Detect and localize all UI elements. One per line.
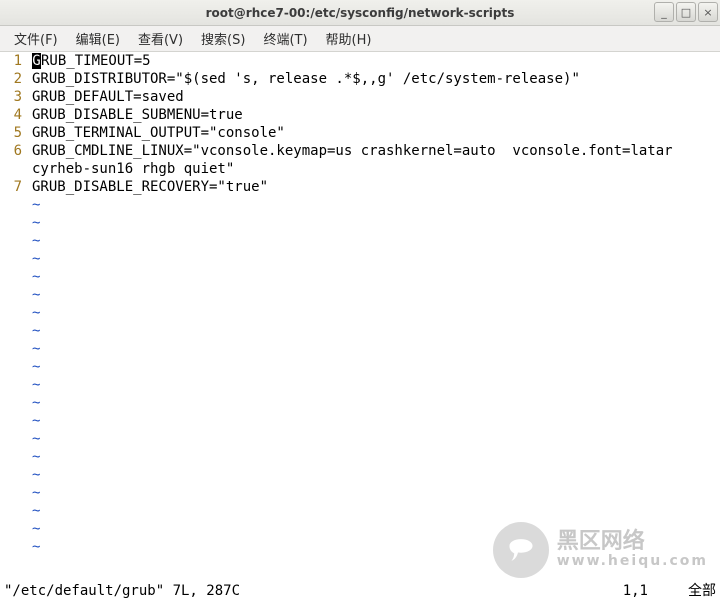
menu-help[interactable]: 帮助(H) bbox=[318, 26, 380, 51]
line-number: 5 bbox=[0, 124, 22, 142]
menu-terminal[interactable]: 终端(T) bbox=[255, 26, 315, 51]
empty-line-tilde: ~ bbox=[32, 484, 720, 502]
code-line[interactable]: GRUB_DEFAULT=saved bbox=[32, 88, 720, 106]
empty-line-tilde: ~ bbox=[32, 394, 720, 412]
close-button[interactable]: × bbox=[698, 2, 718, 22]
empty-line-tilde: ~ bbox=[32, 520, 720, 538]
titlebar: root@rhce7-00:/etc/sysconfig/network-scr… bbox=[0, 0, 720, 26]
empty-line-tilde: ~ bbox=[32, 412, 720, 430]
menu-view[interactable]: 查看(V) bbox=[130, 26, 191, 51]
empty-line-tilde: ~ bbox=[32, 322, 720, 340]
code-line[interactable]: GRUB_DISABLE_SUBMENU=true bbox=[32, 106, 720, 124]
line-number-gutter: 123456 7 bbox=[0, 52, 28, 556]
empty-line-tilde: ~ bbox=[32, 466, 720, 484]
menu-edit[interactable]: 编辑(E) bbox=[68, 26, 128, 51]
line-number: 2 bbox=[0, 70, 22, 88]
status-file-info: "/etc/default/grub" 7L, 287C bbox=[4, 582, 240, 600]
empty-line-tilde: ~ bbox=[32, 538, 720, 556]
line-number: 6 bbox=[0, 142, 22, 160]
empty-line-tilde: ~ bbox=[32, 430, 720, 448]
empty-line-tilde: ~ bbox=[32, 196, 720, 214]
vim-statusbar: "/etc/default/grub" 7L, 287C 1,1 全部 bbox=[0, 582, 720, 600]
code-area[interactable]: GRUB_TIMEOUT=5GRUB_DISTRIBUTOR="$(sed 's… bbox=[32, 52, 720, 556]
code-line[interactable]: GRUB_CMDLINE_LINUX="vconsole.keymap=us c… bbox=[32, 142, 720, 160]
code-line[interactable]: GRUB_TIMEOUT=5 bbox=[32, 52, 720, 70]
editor-viewport[interactable]: 123456 7 GRUB_TIMEOUT=5GRUB_DISTRIBUTOR="… bbox=[0, 52, 720, 582]
empty-line-tilde: ~ bbox=[32, 214, 720, 232]
cursor: G bbox=[32, 53, 41, 69]
window-title: root@rhce7-00:/etc/sysconfig/network-scr… bbox=[206, 6, 515, 20]
empty-line-tilde: ~ bbox=[32, 304, 720, 322]
empty-line-tilde: ~ bbox=[32, 376, 720, 394]
status-cursor-pos: 1,1 bbox=[623, 582, 648, 600]
status-scroll: 全部 bbox=[688, 582, 716, 600]
menu-file[interactable]: 文件(F) bbox=[6, 26, 66, 51]
maximize-button[interactable]: □ bbox=[676, 2, 696, 22]
code-line[interactable]: GRUB_DISABLE_RECOVERY="true" bbox=[32, 178, 720, 196]
empty-line-tilde: ~ bbox=[32, 448, 720, 466]
empty-line-tilde: ~ bbox=[32, 268, 720, 286]
empty-line-tilde: ~ bbox=[32, 502, 720, 520]
code-line[interactable]: cyrheb-sun16 rhgb quiet" bbox=[32, 160, 720, 178]
menu-search[interactable]: 搜索(S) bbox=[193, 26, 253, 51]
minimize-button[interactable]: _ bbox=[654, 2, 674, 22]
empty-line-tilde: ~ bbox=[32, 286, 720, 304]
line-number: 7 bbox=[0, 178, 22, 196]
menubar: 文件(F) 编辑(E) 查看(V) 搜索(S) 终端(T) 帮助(H) bbox=[0, 26, 720, 52]
line-number bbox=[0, 160, 22, 178]
empty-line-tilde: ~ bbox=[32, 250, 720, 268]
line-number: 1 bbox=[0, 52, 22, 70]
line-number: 3 bbox=[0, 88, 22, 106]
window-controls: _ □ × bbox=[654, 2, 718, 22]
code-line[interactable]: GRUB_TERMINAL_OUTPUT="console" bbox=[32, 124, 720, 142]
empty-line-tilde: ~ bbox=[32, 340, 720, 358]
empty-line-tilde: ~ bbox=[32, 358, 720, 376]
code-line[interactable]: GRUB_DISTRIBUTOR="$(sed 's, release .*$,… bbox=[32, 70, 720, 88]
line-number: 4 bbox=[0, 106, 22, 124]
empty-line-tilde: ~ bbox=[32, 232, 720, 250]
